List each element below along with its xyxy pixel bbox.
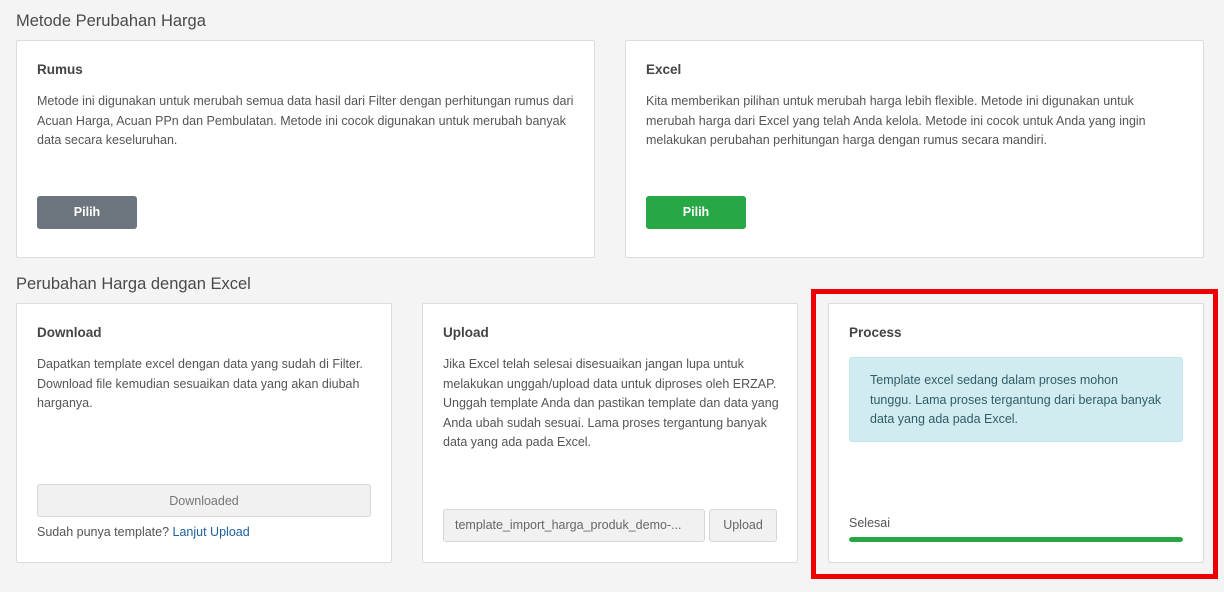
upload-card-description: Jika Excel telah selesai disesuaikan jan… <box>443 357 779 449</box>
download-card: Download Dapatkan template excel dengan … <box>16 303 392 563</box>
progress-status-label: Selesai <box>849 516 890 530</box>
upload-button[interactable]: Upload <box>709 509 777 542</box>
section-title-method: Metode Perubahan Harga <box>16 12 206 30</box>
progress-bar-fill <box>849 537 1183 542</box>
excel-card: Excel Kita memberikan pilihan untuk meru… <box>625 40 1204 258</box>
rumus-card-description: Metode ini digunakan untuk merubah semua… <box>37 94 574 147</box>
process-card: Process Template excel sedang dalam pros… <box>828 303 1204 563</box>
excel-card-description: Kita memberikan pilihan untuk merubah ha… <box>646 94 1146 147</box>
rumus-pilih-button[interactable]: Pilih <box>37 196 137 229</box>
upload-card: Upload Jika Excel telah selesai disesuai… <box>422 303 798 563</box>
excel-pilih-button[interactable]: Pilih <box>646 196 746 229</box>
process-info-alert: Template excel sedang dalam proses mohon… <box>849 357 1183 442</box>
download-card-description: Dapatkan template excel dengan data yang… <box>37 357 363 410</box>
rumus-card: Rumus Metode ini digunakan untuk merubah… <box>16 40 595 258</box>
lanjut-upload-link[interactable]: Lanjut Upload <box>173 525 250 539</box>
download-card-title: Download <box>37 325 102 340</box>
download-footnote: Sudah punya template? Lanjut Upload <box>37 525 250 539</box>
download-footnote-text: Sudah punya template? <box>37 525 170 539</box>
upload-card-title: Upload <box>443 325 489 340</box>
rumus-card-title: Rumus <box>37 62 83 77</box>
progress-bar <box>849 537 1183 542</box>
excel-card-title: Excel <box>646 62 682 77</box>
section-title-excel: Perubahan Harga dengan Excel <box>16 275 251 293</box>
process-card-title: Process <box>849 325 902 340</box>
file-name-input[interactable]: template_import_harga_produk_demo-... <box>443 509 705 542</box>
page: Metode Perubahan Harga Rumus Metode ini … <box>0 0 1224 592</box>
downloaded-button[interactable]: Downloaded <box>37 484 371 517</box>
